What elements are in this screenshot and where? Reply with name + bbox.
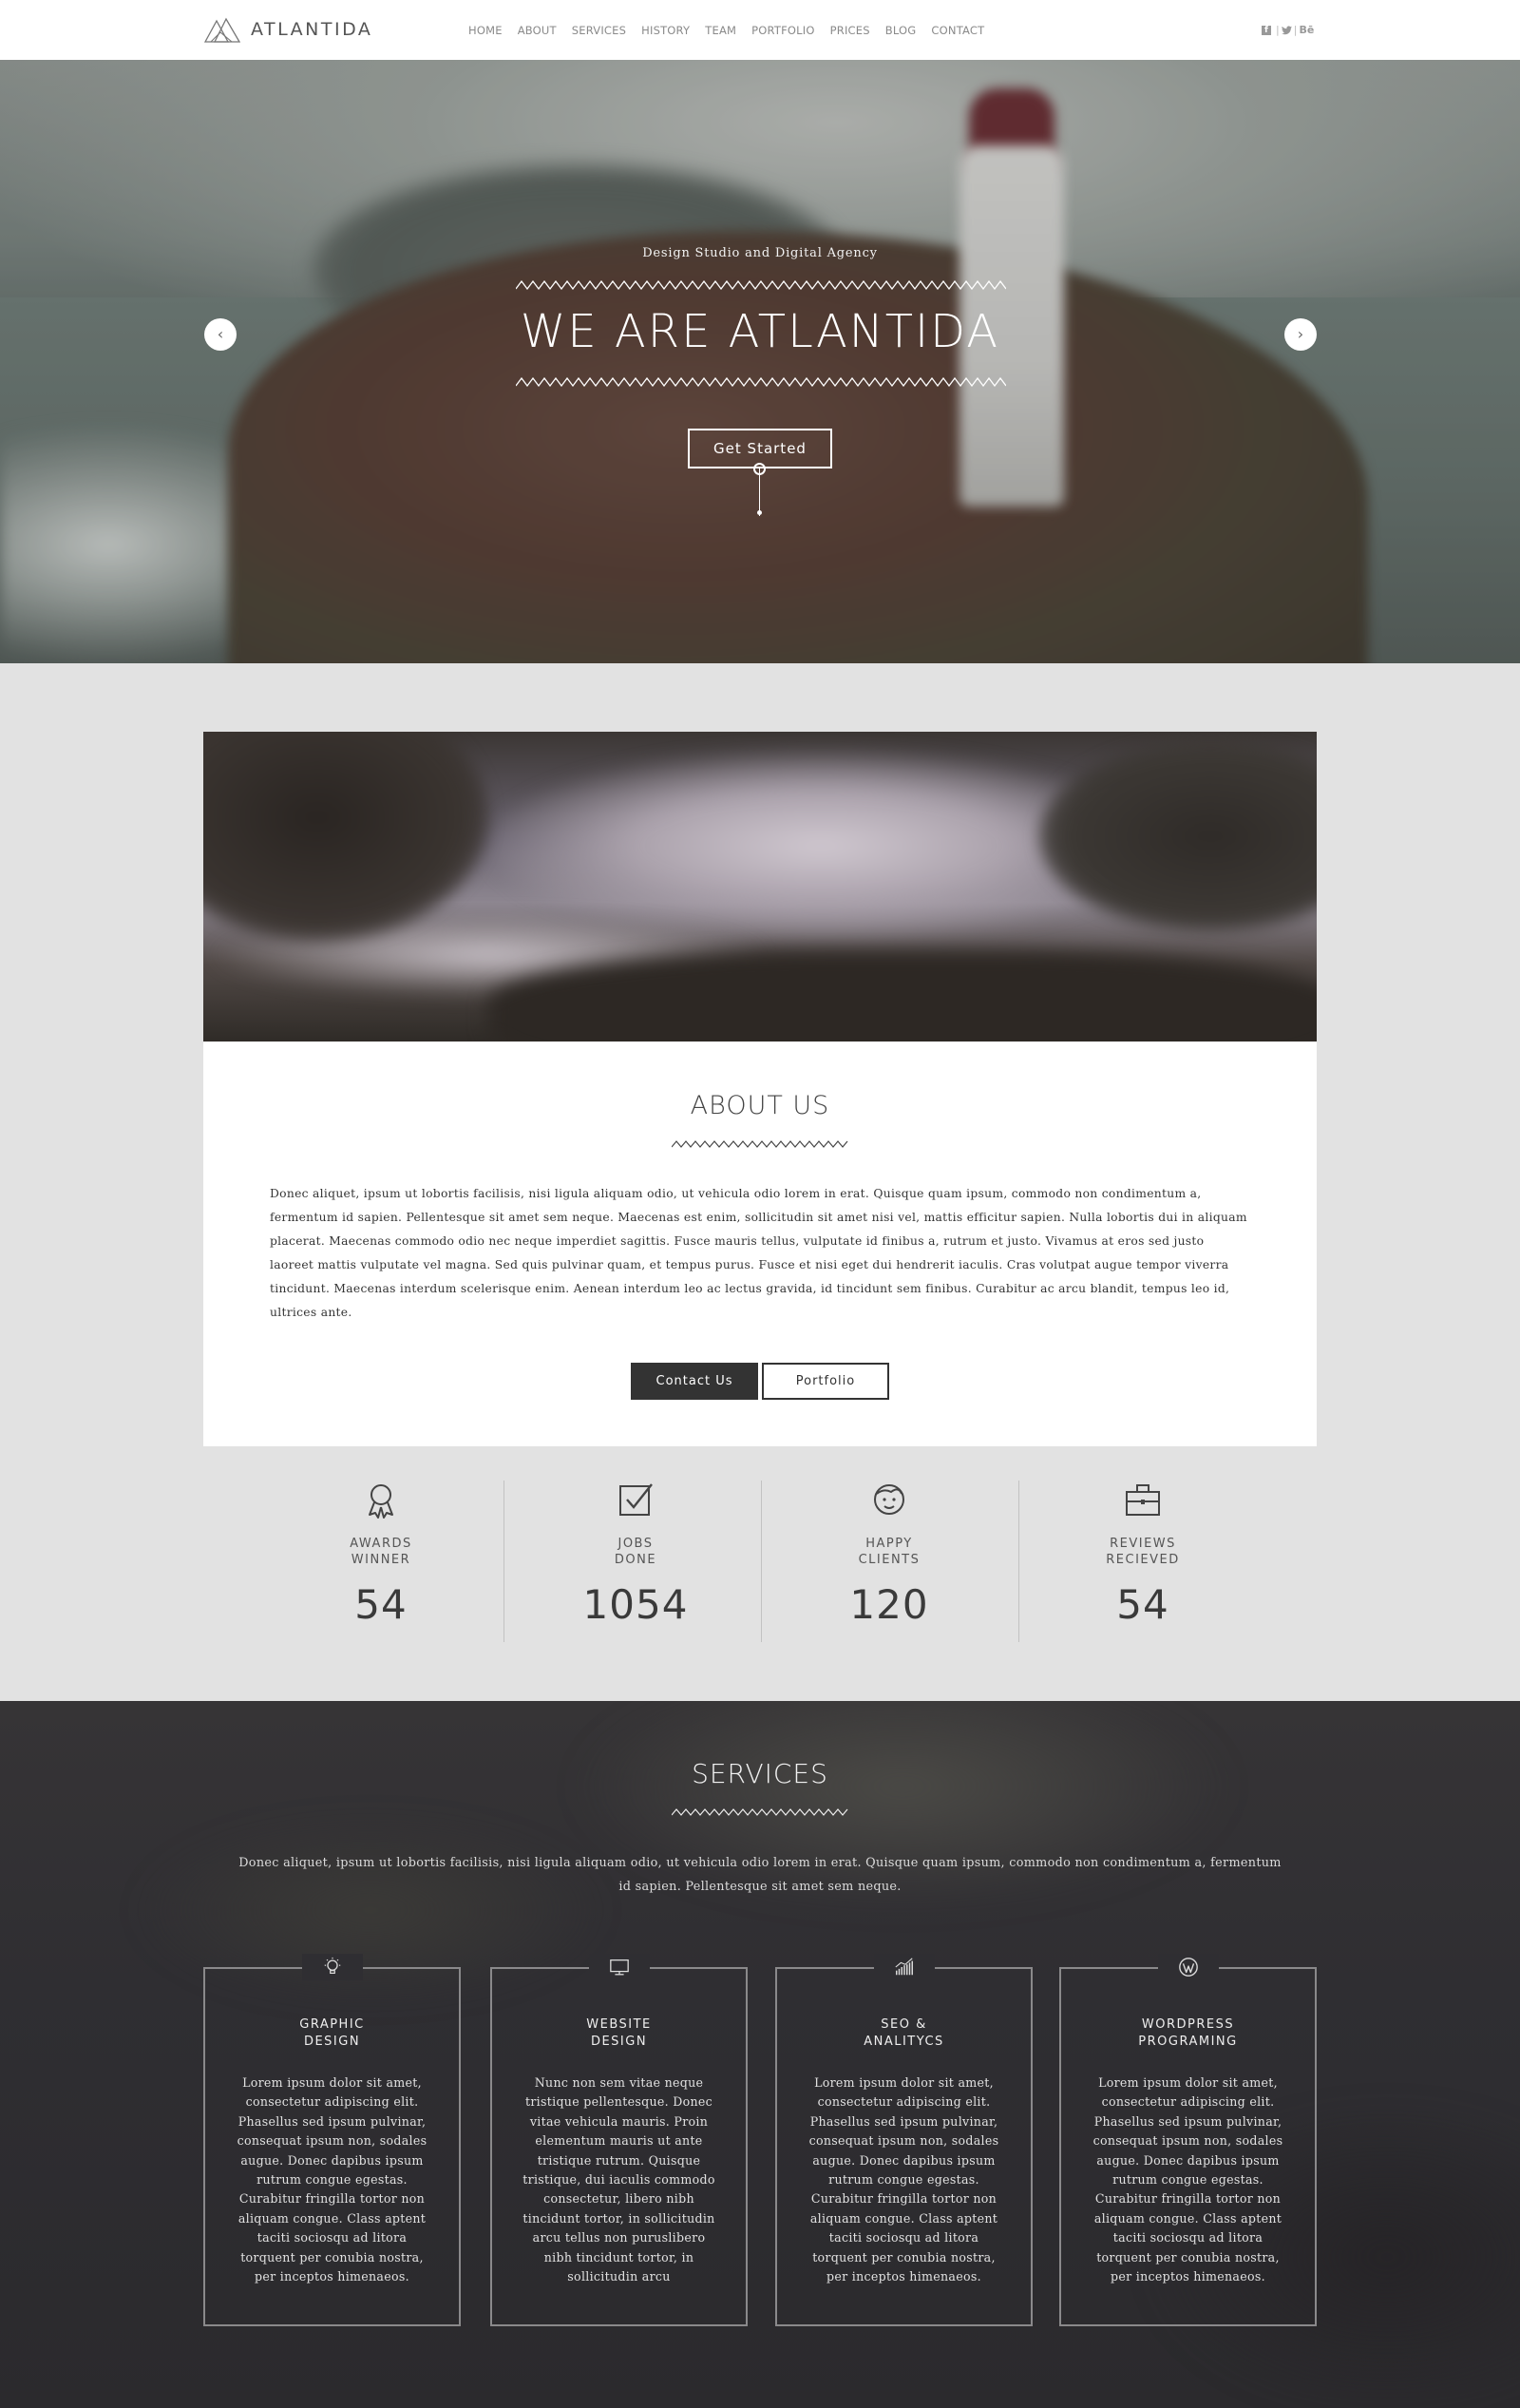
menu-item-home[interactable]: HOME	[468, 24, 503, 37]
about-image-rock-3	[488, 950, 1317, 1042]
services-title: SERVICES	[692, 1758, 828, 1789]
top-navbar: ATLANTIDA HOME ABOUT SERVICES HISTORY TE…	[0, 0, 1520, 60]
stat-label: AWARDS WINNER	[350, 1537, 412, 1567]
facebook-icon[interactable]: f	[1262, 25, 1271, 35]
cta-pin-line	[759, 468, 760, 516]
about-title: ABOUT US	[690, 1091, 830, 1120]
behance-icon[interactable]: Bē	[1299, 24, 1314, 36]
card-text: Lorem ipsum dolor sit amet, consectetur …	[1092, 2075, 1283, 2284]
main-menu: HOME ABOUT SERVICES HISTORY TEAM PORTFOL…	[468, 24, 999, 37]
service-card-wordpress[interactable]: WORDPRESS PROGRAMING Lorem ipsum dolor s…	[1059, 1954, 1317, 2326]
slider-next-button[interactable]: ›	[1284, 318, 1317, 351]
wordpress-icon	[1178, 1958, 1198, 1977]
services-section: SERVICES Donec aliquet, ipsum ut loborti…	[0, 1701, 1520, 2408]
card-icon-holder	[588, 1954, 650, 1980]
social-links: f | | Bē	[1262, 24, 1317, 36]
stat-label: JOBS DONE	[614, 1537, 657, 1567]
service-card-seo-analytics[interactable]: SEO & ANALITYCS Lorem ipsum dolor sit am…	[775, 1954, 1033, 2326]
card-text: Lorem ipsum dolor sit amet, consectetur …	[808, 2075, 999, 2284]
brand-name: ATLANTIDA	[251, 19, 373, 40]
menu-item-history[interactable]: HISTORY	[641, 24, 690, 37]
contact-us-button[interactable]: Contact Us	[631, 1363, 758, 1400]
stats-row: AWARDS WINNER 54 JOBS DONE 1054 HAPPY CL…	[253, 1481, 1267, 1642]
stat-value: 54	[354, 1581, 408, 1628]
menu-item-blog[interactable]: BLOG	[885, 24, 917, 37]
about-section: ABOUT US Donec aliquet, ipsum ut loborti…	[203, 1042, 1317, 1446]
cta-pin-circle	[753, 463, 766, 475]
menu-item-team[interactable]: TEAM	[705, 24, 736, 37]
services-text: Donec aliquet, ipsum ut lobortis facilis…	[238, 1856, 1282, 1894]
stat-value: 54	[1116, 1581, 1169, 1628]
slider-prev-button[interactable]: ‹	[204, 318, 237, 351]
stat-awards: AWARDS WINNER 54	[253, 1481, 509, 1642]
social-separator: |	[1293, 24, 1298, 36]
about-image	[203, 732, 1317, 1042]
logo[interactable]: ATLANTIDA	[203, 15, 372, 44]
menu-item-portfolio[interactable]: PORTFOLIO	[751, 24, 814, 37]
stat-value: 120	[849, 1581, 929, 1628]
card-title: WORDPRESS PROGRAMING	[1138, 2017, 1238, 2049]
hero-overlay	[0, 60, 1520, 663]
menu-item-about[interactable]: ABOUT	[518, 24, 557, 37]
award-icon	[369, 1484, 393, 1519]
card-text: Lorem ipsum dolor sit amet, consectetur …	[237, 2075, 428, 2284]
stat-label: REVIEWS RECIEVED	[1106, 1537, 1180, 1567]
card-icon-holder	[873, 1954, 935, 1980]
card-icon-holder	[301, 1954, 363, 1980]
lightbulb-icon	[324, 1957, 340, 1975]
menu-item-services[interactable]: SERVICES	[572, 24, 626, 37]
services-zigzag	[672, 1808, 848, 1816]
stat-value: 1054	[582, 1581, 689, 1628]
social-separator: |	[1276, 24, 1280, 36]
card-title: SEO & ANALITYCS	[864, 2017, 944, 2049]
hero-slider: Design Studio and Digital Agency WE ARE …	[0, 60, 1520, 663]
service-card-graphic-design[interactable]: GRAPHIC DESIGN Lorem ipsum dolor sit ame…	[203, 1954, 461, 2326]
hero-zigzag-top	[516, 280, 1006, 290]
stat-label: HAPPY CLIENTS	[858, 1537, 921, 1567]
hero-subtitle: Design Studio and Digital Agency	[642, 246, 878, 260]
briefcase-icon	[1126, 1484, 1160, 1516]
logo-mountains-icon	[203, 17, 241, 43]
bar-chart-icon	[894, 1958, 913, 1976]
about-zigzag	[672, 1140, 848, 1148]
monitor-icon	[609, 1959, 629, 1976]
portfolio-button[interactable]: Portfolio	[762, 1363, 889, 1400]
cta-pin-dot	[757, 510, 762, 515]
card-title: GRAPHIC DESIGN	[299, 2017, 365, 2049]
card-title: WEBSITE DESIGN	[586, 2017, 652, 2049]
card-text: Nunc non sem vitae neque tristique pelle…	[522, 2075, 715, 2284]
stat-clients: HAPPY CLIENTS 120	[761, 1481, 1017, 1642]
twitter-icon[interactable]	[1281, 25, 1292, 35]
about-image-rock	[203, 732, 488, 941]
menu-item-prices[interactable]: PRICES	[830, 24, 870, 37]
menu-item-contact[interactable]: CONTACT	[931, 24, 984, 37]
about-text: Donec aliquet, ipsum ut lobortis facilis…	[270, 1187, 1247, 1319]
stat-jobs: JOBS DONE 1054	[507, 1481, 764, 1642]
checkbox-icon	[619, 1483, 653, 1516]
face-icon	[874, 1484, 904, 1515]
service-card-website-design[interactable]: WEBSITE DESIGN Nunc non sem vitae neque …	[490, 1954, 748, 2326]
stat-reviews: REVIEWS RECIEVED 54	[1015, 1481, 1271, 1642]
card-icon-holder	[1157, 1954, 1219, 1980]
hero-zigzag-bottom	[516, 377, 1006, 387]
